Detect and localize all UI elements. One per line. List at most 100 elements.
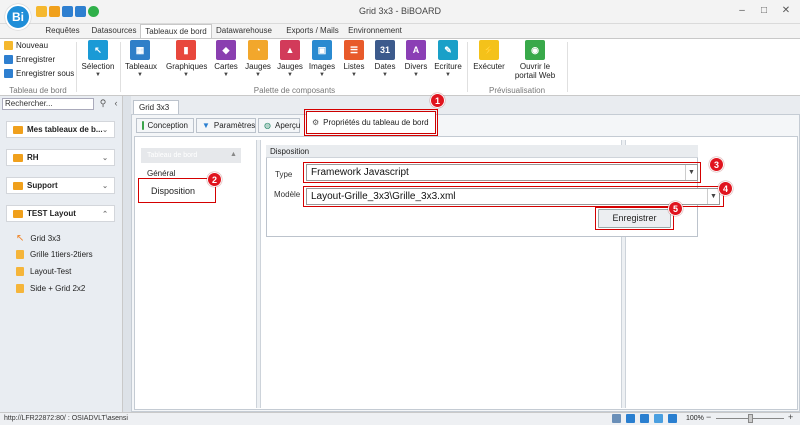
nav-header[interactable]: Tableau de bord (141, 148, 241, 163)
group-support[interactable]: Support ⌄ (6, 177, 115, 194)
layout-icon (142, 121, 144, 130)
group-label-preview: Prévisualisation (488, 86, 546, 95)
document-icon (16, 284, 24, 293)
zoom-out-icon[interactable]: − (706, 412, 711, 422)
chevron-down-icon: ⌄ (102, 154, 108, 162)
folder-icon (13, 209, 23, 218)
tab-datasources[interactable]: Datasources (88, 24, 140, 38)
tab-environnement[interactable]: Environnement (346, 24, 404, 38)
minimize-icon[interactable]: – (734, 4, 750, 18)
divider (467, 42, 468, 92)
table-icon: ▦ (130, 40, 150, 60)
highlight-box-3 (303, 162, 701, 183)
step-badge-5: 5 (668, 201, 683, 216)
linear-gauge-icon: ▲ (280, 40, 300, 60)
search-input[interactable]: Rechercher... (2, 98, 94, 110)
tab-apercu[interactable]: ◍ Aperçu (258, 118, 300, 133)
step-badge-4: 4 (718, 181, 733, 196)
group-label-palette: Palette de composants (253, 86, 336, 95)
status-icon[interactable] (654, 414, 663, 423)
misc-icon: A (406, 40, 426, 60)
step-badge-3: 3 (709, 157, 724, 172)
highlight-box-4 (303, 186, 724, 207)
map-icon: ◆ (216, 40, 236, 60)
zoom-in-icon[interactable]: + (788, 412, 793, 422)
status-icon[interactable] (626, 414, 635, 423)
save-as-icon (4, 69, 13, 78)
writing-button[interactable]: ✎ Ecriture ▼ (433, 40, 463, 80)
zoom-slider-thumb[interactable] (748, 414, 753, 423)
new-icon (4, 41, 13, 50)
divider (120, 42, 121, 92)
gauges-linear-button[interactable]: ▲ Jauges ▼ (275, 40, 305, 80)
new-button[interactable]: Nouveau (4, 41, 48, 50)
cursor-icon: ↖ (16, 233, 25, 244)
list-item[interactable]: Grille 1tiers-2tiers (16, 250, 93, 259)
vertical-divider[interactable] (256, 140, 261, 408)
save-icon (4, 55, 13, 64)
list-item[interactable]: Side + Grid 2x2 (16, 284, 85, 293)
maps-button[interactable]: ◆ Cartes ▼ (211, 40, 241, 80)
chevron-down-icon: ⌄ (102, 182, 108, 190)
selection-button[interactable]: ↖ Sélection ▼ (81, 40, 115, 80)
highlight-box-1 (304, 109, 438, 136)
chevron-up-icon[interactable]: ▲ (230, 151, 237, 158)
tab-parametres[interactable]: ▼ Paramètres (196, 118, 256, 133)
lists-button[interactable]: ☰ Listes ▼ (339, 40, 369, 80)
status-icon[interactable] (668, 414, 677, 423)
misc-button[interactable]: A Divers ▼ (401, 40, 431, 80)
lightning-icon: ⚡ (479, 40, 499, 60)
binoculars-icon[interactable]: ⚲ (97, 98, 109, 110)
image-icon: ▣ (312, 40, 332, 60)
charts-button[interactable]: ▮ Graphiques ▼ (166, 40, 207, 80)
open-portal-button[interactable]: ◉ Ouvrir le portail Web (510, 40, 560, 80)
zoom-level: 100% (686, 415, 704, 422)
window-title: Grid 3x3 - BiBOARD (358, 6, 442, 16)
tables-button[interactable]: ▦ Tableaux ▼ (125, 40, 157, 80)
group-label-tableau: Tableau de bord (9, 86, 67, 95)
web-portal-icon: ◉ (525, 40, 545, 60)
list-item[interactable]: Layout-Test (16, 267, 71, 276)
folder-icon (13, 125, 23, 134)
chevron-up-icon: ⌃ (102, 210, 108, 218)
maximize-icon[interactable]: □ (756, 4, 772, 18)
tab-tableaux-de-bord[interactable]: Tableaux de bord (140, 24, 212, 39)
group-mes-tableaux[interactable]: Mes tableaux de b... ⌄ (6, 121, 115, 138)
close-icon[interactable]: ✕ (778, 4, 794, 18)
gauges-button[interactable]: ◔ Jauges ▼ (243, 40, 273, 80)
highlight-box-5 (595, 207, 674, 230)
model-label: Modèle (274, 190, 301, 199)
chevron-down-icon: ⌄ (102, 126, 108, 134)
pen-icon: ✎ (438, 40, 458, 60)
nav-disposition[interactable]: Disposition (151, 186, 195, 196)
doc-tab-grid[interactable]: Grid 3x3 ✕ (133, 100, 179, 125)
images-button[interactable]: ▣ Images ▼ (307, 40, 337, 80)
divider (567, 42, 568, 92)
execute-button[interactable]: ⚡ Exécuter (472, 40, 506, 71)
list-icon: ☰ (344, 40, 364, 60)
group-test-layout[interactable]: TEST Layout ⌃ (6, 205, 115, 222)
step-badge-1: 1 (430, 93, 445, 108)
save-button-ribbon[interactable]: Enregistrer (4, 55, 55, 64)
dates-button[interactable]: 31 Dates ▼ (370, 40, 400, 80)
filter-icon: ▼ (202, 121, 210, 130)
tab-exports-mails[interactable]: Exports / Mails (280, 24, 345, 38)
tab-conception[interactable]: Conception (136, 118, 194, 133)
cursor-icon: ↖ (88, 40, 108, 60)
collapse-icon[interactable]: ‹ (110, 98, 122, 110)
tab-datawarehouse[interactable]: Datawarehouse (214, 24, 274, 38)
splitter[interactable] (123, 96, 131, 412)
folder-icon (13, 181, 23, 190)
save-as-button[interactable]: Enregistrer sous (4, 69, 74, 78)
document-icon (16, 250, 24, 259)
list-item[interactable]: ↖ Grid 3x3 (16, 233, 61, 244)
divider (76, 42, 77, 92)
tab-requetes[interactable]: Requêtes (35, 24, 90, 38)
globe-icon: ◍ (264, 121, 271, 130)
group-rh[interactable]: RH ⌄ (6, 149, 115, 166)
type-label: Type (275, 170, 293, 179)
nav-general[interactable]: Général (147, 169, 175, 178)
status-icon[interactable] (640, 414, 649, 423)
app-logo[interactable]: Bi (5, 4, 31, 30)
status-icon[interactable] (612, 414, 621, 423)
